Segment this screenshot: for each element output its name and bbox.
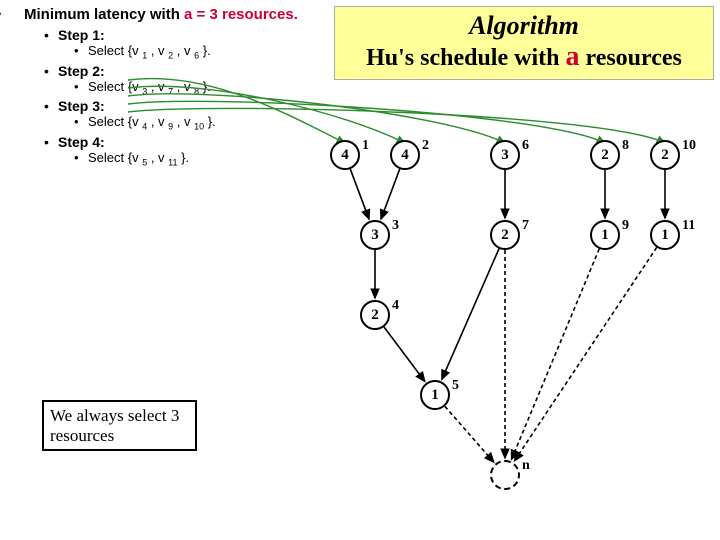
- graph-node: 2: [590, 140, 620, 170]
- graph-node-label: 3: [392, 218, 399, 234]
- algorithm-header: Algorithm Hu's schedule with a resources: [334, 6, 714, 80]
- step-select: •Select {v 5 , v 11 }.: [44, 150, 321, 168]
- graph-node-label: 9: [622, 218, 629, 234]
- left-column: •Minimum latency with a = 3 resources. •…: [0, 0, 325, 167]
- top-bullet: •Minimum latency with a = 3 resources.: [4, 6, 321, 23]
- graph-node-label: 7: [522, 218, 529, 234]
- step-item: •Step 1:: [44, 27, 321, 43]
- diagram: 414236282103327191112415n: [300, 100, 720, 530]
- graph-node: 4: [390, 140, 420, 170]
- graph-node: 1: [650, 220, 680, 250]
- graph-node-label: 8: [622, 138, 629, 154]
- graph-node-label: 5: [452, 378, 459, 394]
- graph-node-label: 2: [422, 138, 429, 154]
- graph-node-label: 1: [362, 138, 369, 154]
- graph-node-label: 11: [682, 218, 695, 234]
- graph-node: 3: [490, 140, 520, 170]
- graph-node: 2: [360, 300, 390, 330]
- graph-node: 2: [650, 140, 680, 170]
- step-select: •Select {v 1 , v 2 , v 6 }.: [44, 43, 321, 61]
- graph-node: 2: [490, 220, 520, 250]
- graph-node-label: 4: [392, 298, 399, 314]
- header-line2: Hu's schedule with a resources: [337, 41, 711, 73]
- step-select: •Select {v 4 , v 9 , v 10 }.: [44, 114, 321, 132]
- graph-node: [490, 460, 520, 490]
- graph-node: 4: [330, 140, 360, 170]
- graph-node: 1: [590, 220, 620, 250]
- step-item: •Step 4:: [44, 134, 321, 150]
- step-select: •Select {v 3 , v 7 , v 8 }.: [44, 79, 321, 97]
- graph-node-label: n: [522, 458, 530, 474]
- step-item: •Step 3:: [44, 98, 321, 114]
- graph-node-label: 10: [682, 138, 696, 154]
- note-box: We always select 3 resources: [42, 400, 197, 451]
- header-line1: Algorithm: [337, 11, 711, 41]
- top-bullet-emph: a = 3 resources.: [184, 6, 298, 23]
- graph-node: 3: [360, 220, 390, 250]
- graph-node: 1: [420, 380, 450, 410]
- step-item: •Step 2:: [44, 63, 321, 79]
- step-list: •Step 1:•Select {v 1 , v 2 , v 6 }. •Step…: [4, 27, 321, 167]
- header-a: a: [565, 41, 579, 72]
- graph-node-label: 6: [522, 138, 529, 154]
